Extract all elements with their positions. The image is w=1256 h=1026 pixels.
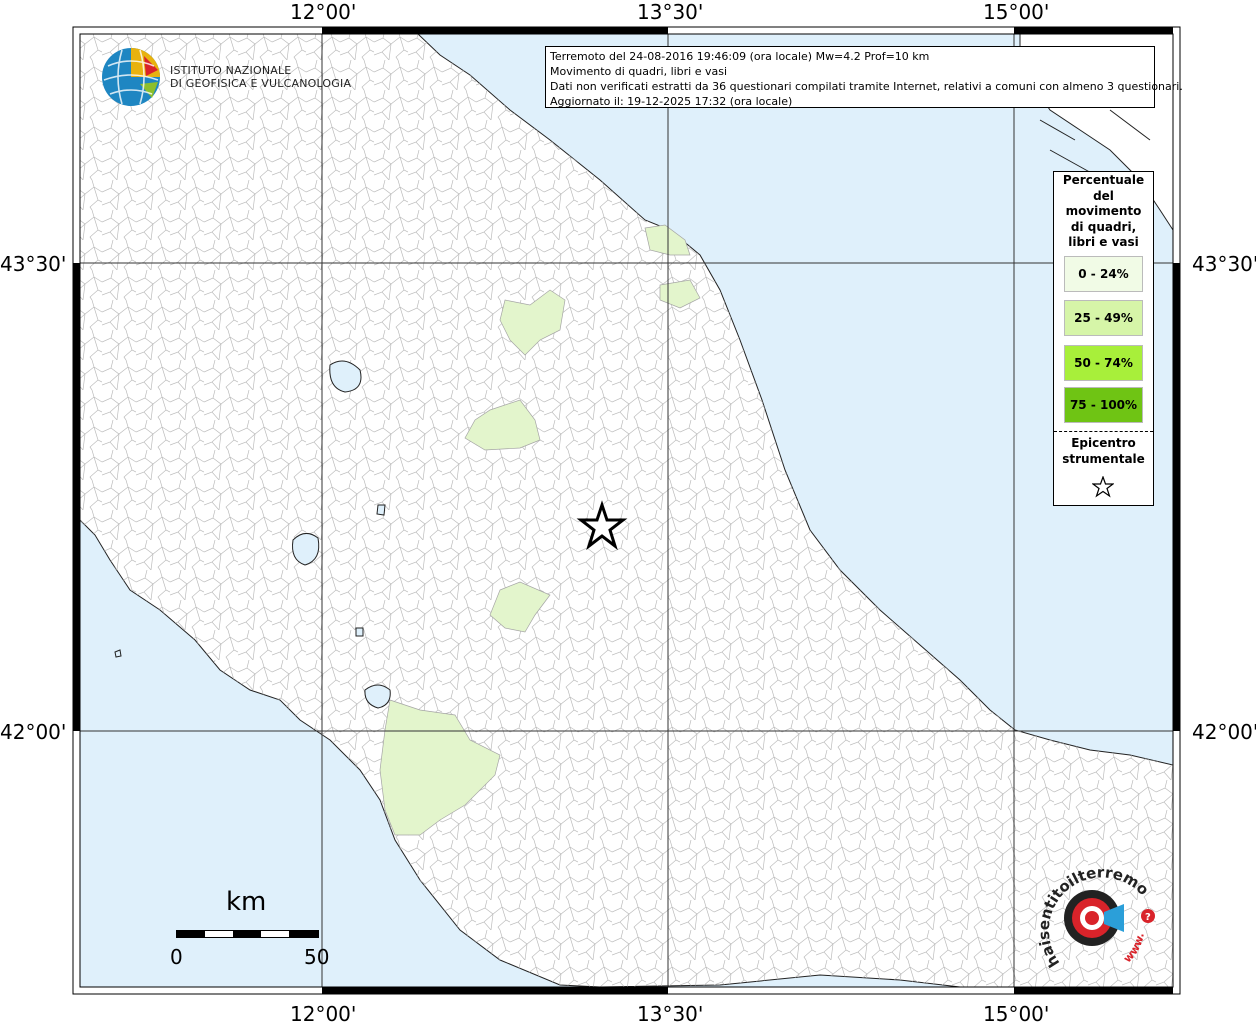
lon-label-bottom: 15°00' [983, 1002, 1050, 1026]
lon-label-top: 12°00' [290, 0, 357, 24]
event-parameter: Movimento di quadri, libri e vasi [550, 65, 728, 78]
legend-epicenter-line: strumentale [1062, 452, 1145, 466]
svg-text:?: ? [1145, 912, 1151, 923]
event-info-box: Terremoto del 24-08-2016 19:46:09 (ora l… [545, 46, 1183, 108]
legend-class-50-74: 50 - 74% [1064, 345, 1143, 381]
haisentito-logo: ? haisentitoilterremoto.it www. [1027, 844, 1167, 983]
legend-divider [1054, 431, 1153, 432]
scale-unit: km [226, 887, 267, 917]
watermark-url: www. [1121, 932, 1147, 965]
legend-epicenter-label: Epicentro strumentale [1054, 435, 1153, 467]
logo-line2: DI GEOFISICA E VULCANOLOGIA [170, 77, 352, 90]
lon-label-bottom: 12°00' [290, 1002, 357, 1026]
legend-title-line: libri e vasi [1068, 235, 1139, 249]
legend-title-line: movimento [1065, 204, 1142, 218]
event-title: Terremoto del 24-08-2016 19:46:09 (ora l… [550, 50, 930, 63]
legend-class-0-24: 0 - 24% [1064, 256, 1143, 292]
lat-label-right: 42°00' [1192, 720, 1256, 744]
lat-label-right: 43°30' [1192, 252, 1256, 276]
legend-class-75-100: 75 - 100% [1064, 387, 1143, 423]
lat-label-left: 42°00' [0, 720, 67, 744]
legend-title-line: di quadri, [1070, 219, 1137, 234]
scale-min-label: 0 [170, 945, 183, 969]
legend-title: Percentuale del movimento di quadri, lib… [1054, 173, 1153, 251]
lat-label-left: 43°30' [0, 252, 67, 276]
legend: Percentuale del movimento di quadri, lib… [1053, 171, 1154, 506]
target-icon: ? haisentitoilterremoto.it www. [1027, 844, 1155, 971]
globe-icon [102, 48, 160, 106]
scale-bar: km 0 50 [170, 885, 330, 975]
svg-text:www.: www. [1121, 932, 1147, 965]
ingv-logo: ISTITUTO NAZIONALE DI GEOFISICA E VULCAN… [100, 46, 351, 108]
legend-epicenter-line: Epicentro [1071, 436, 1136, 450]
lon-label-top: 15°00' [983, 0, 1050, 24]
logo-line1: ISTITUTO NAZIONALE [170, 64, 292, 77]
scale-max-label: 50 [304, 945, 330, 969]
lon-label-top: 13°30' [637, 0, 704, 24]
legend-title-line: Percentuale [1062, 173, 1145, 187]
scale-bar-track [176, 930, 319, 938]
event-updated: Aggiornato il: 19-12-2025 17:32 (ora loc… [550, 95, 793, 108]
event-data-note: Dati non verificati estratti da 36 quest… [550, 80, 1183, 93]
legend-title-line: del [1093, 188, 1114, 203]
lon-label-bottom: 13°30' [637, 1002, 704, 1026]
legend-class-25-49: 25 - 49% [1064, 300, 1143, 336]
star-icon [1092, 476, 1114, 498]
